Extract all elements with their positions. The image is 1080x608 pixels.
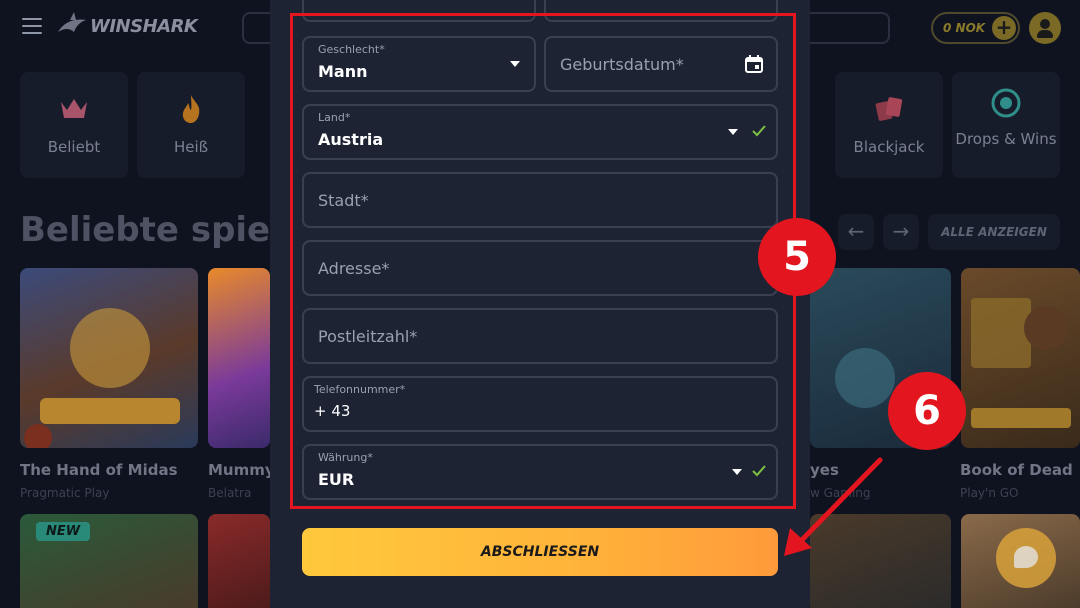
submit-button[interactable]: ABSCHLIESSEN: [302, 528, 778, 576]
carousel-prev-button[interactable]: ←: [838, 214, 874, 250]
drops-icon: [991, 88, 1021, 118]
shark-icon: [58, 12, 86, 32]
arrow-annotation-icon: [784, 457, 883, 556]
game-artwork: [971, 298, 1071, 428]
game-artwork: [24, 308, 180, 448]
step-5-badge: 5: [758, 218, 836, 296]
logo-text: WINSHARK: [90, 15, 198, 37]
game-tile-book-of-dead[interactable]: [961, 268, 1080, 448]
game-provider: Play'n GO: [960, 486, 1019, 500]
game-tile-mummyland[interactable]: [208, 268, 270, 448]
category-label: Heiß: [173, 138, 209, 156]
category-label: Blackjack: [853, 138, 925, 156]
category-blackjack[interactable]: Blackjack: [835, 72, 943, 178]
game-tile-new[interactable]: NEW: [20, 514, 198, 608]
user-avatar-icon[interactable]: [1029, 12, 1061, 44]
carousel-next-button[interactable]: →: [883, 214, 919, 250]
chat-support-icon[interactable]: [996, 528, 1056, 588]
new-badge: NEW: [36, 522, 91, 541]
game-provider: Pragmatic Play: [20, 486, 110, 500]
show-all-button[interactable]: ALLE ANZEIGEN: [928, 214, 1060, 250]
search-bar-right[interactable]: [800, 12, 890, 44]
fire-icon: [182, 95, 200, 123]
step-6-badge: 6: [888, 372, 966, 450]
game-title: The Hand of Midas: [20, 461, 178, 479]
logo[interactable]: WINSHARK: [56, 10, 198, 42]
game-provider: Belatra: [208, 486, 252, 500]
balance-amount: 0 NOK: [943, 21, 986, 35]
category-label: Drops & Wins: [955, 130, 1057, 148]
game-title: Book of Dead: [960, 461, 1073, 479]
category-heiss[interactable]: Heiß: [137, 72, 245, 178]
game-tile-row2-b[interactable]: [208, 514, 270, 608]
game-tile-hand-of-midas[interactable]: [20, 268, 198, 448]
deposit-plus-icon[interactable]: +: [992, 16, 1016, 40]
menu-icon[interactable]: [22, 18, 42, 36]
section-title: Beliebte spiele: [20, 210, 305, 250]
category-label: Beliebt: [47, 138, 101, 156]
category-beliebt[interactable]: Beliebt: [20, 72, 128, 178]
balance-button[interactable]: 0 NOK +: [931, 12, 1020, 44]
cards-icon: [875, 97, 903, 121]
highlight-frame: [290, 13, 796, 509]
crown-icon: [61, 99, 87, 118]
category-drops-wins[interactable]: Drops & Wins: [952, 72, 1060, 178]
